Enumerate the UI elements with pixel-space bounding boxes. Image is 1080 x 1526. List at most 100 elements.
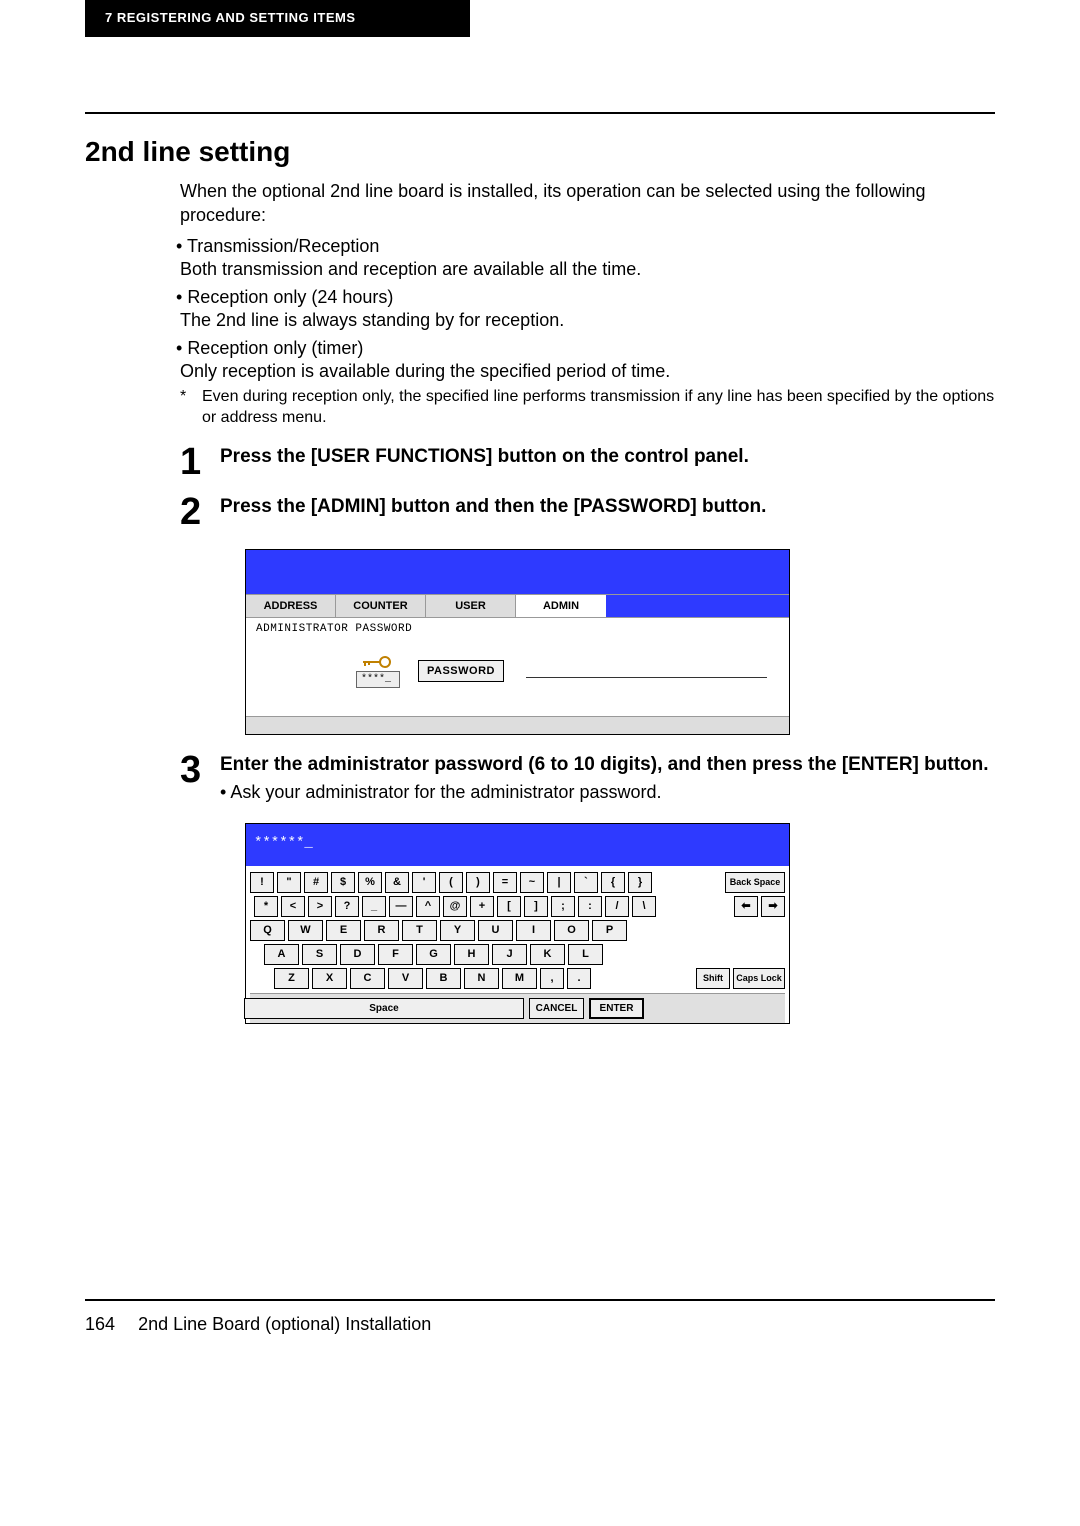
keyboard-display: ******_ — [246, 824, 789, 866]
password-input-line[interactable] — [526, 664, 767, 678]
kb-capslock[interactable]: Caps Lock — [733, 968, 785, 989]
kb-key-n[interactable]: N — [464, 968, 499, 989]
kb-key[interactable]: — — [389, 896, 413, 917]
star-note-text: Even during reception only, the specifie… — [202, 387, 995, 429]
kb-key-s[interactable]: S — [302, 944, 337, 965]
kb-backspace[interactable]: Back Space — [725, 872, 785, 893]
kb-key-v[interactable]: V — [388, 968, 423, 989]
kb-enter[interactable]: ENTER — [589, 998, 644, 1019]
tab-address[interactable]: ADDRESS — [246, 595, 336, 617]
kb-key[interactable]: @ — [443, 896, 467, 917]
kb-key[interactable]: # — [304, 872, 328, 893]
kb-key-b[interactable]: B — [426, 968, 461, 989]
kb-key-m[interactable]: M — [502, 968, 537, 989]
kb-key[interactable]: ? — [335, 896, 359, 917]
kb-key[interactable]: \ — [632, 896, 656, 917]
kb-key-l[interactable]: L — [568, 944, 603, 965]
kb-key-u[interactable]: U — [478, 920, 513, 941]
kb-key-comma[interactable]: , — [540, 968, 564, 989]
kb-key-a[interactable]: A — [264, 944, 299, 965]
tab-admin[interactable]: ADMIN — [516, 595, 606, 617]
kb-space[interactable]: Space — [244, 998, 524, 1019]
kb-key-t[interactable]: T — [402, 920, 437, 941]
kb-key-o[interactable]: O — [554, 920, 589, 941]
star-note: * Even during reception only, the specif… — [180, 387, 995, 429]
step-number: 2 — [180, 493, 220, 531]
kb-key-e[interactable]: E — [326, 920, 361, 941]
kb-key[interactable]: | — [547, 872, 571, 893]
kb-key[interactable]: } — [628, 872, 652, 893]
kb-key[interactable]: [ — [497, 896, 521, 917]
kb-key-w[interactable]: W — [288, 920, 323, 941]
kb-key[interactable]: ; — [551, 896, 575, 917]
kb-key-k[interactable]: K — [530, 944, 565, 965]
kb-row-3: Q W E R T Y U I O P — [250, 920, 785, 941]
kb-key[interactable]: % — [358, 872, 382, 893]
kb-key-c[interactable]: C — [350, 968, 385, 989]
kb-key-x[interactable]: X — [312, 968, 347, 989]
step-number: 3 — [180, 751, 220, 805]
kb-key[interactable]: * — [254, 896, 278, 917]
kb-key-y[interactable]: Y — [440, 920, 475, 941]
step-3: 3 Enter the administrator password (6 to… — [180, 753, 995, 805]
kb-key[interactable]: / — [605, 896, 629, 917]
bullet-body: Only reception is available during the s… — [180, 360, 995, 383]
tab-bar: ADDRESS COUNTER USER ADMIN — [246, 594, 789, 618]
password-mask-field: ****_ — [356, 671, 400, 688]
step-1: 1 Press the [USER FUNCTIONS] button on t… — [180, 445, 995, 481]
divider-top — [85, 112, 995, 114]
kb-key-q[interactable]: Q — [250, 920, 285, 941]
kb-key-z[interactable]: Z — [274, 968, 309, 989]
page-footer: 164 2nd Line Board (optional) Installati… — [85, 1313, 995, 1336]
kb-arrow-right[interactable]: ➡ — [761, 896, 785, 917]
kb-key-d[interactable]: D — [340, 944, 375, 965]
kb-row-1: ! " # $ % & ' ( ) = ~ | ` { } Back Spac — [250, 872, 785, 893]
tab-user[interactable]: USER — [426, 595, 516, 617]
kb-key[interactable]: ] — [524, 896, 548, 917]
kb-key[interactable]: ` — [574, 872, 598, 893]
kb-key-j[interactable]: J — [492, 944, 527, 965]
kb-key-h[interactable]: H — [454, 944, 489, 965]
asterisk-icon: * — [180, 387, 202, 429]
key-icon: ****_ — [356, 655, 396, 688]
kb-cancel[interactable]: CANCEL — [529, 998, 584, 1019]
bullet-head: Reception only (24 hours) — [180, 287, 393, 307]
kb-key[interactable]: & — [385, 872, 409, 893]
kb-row-bottom: Space CANCEL ENTER — [250, 993, 785, 1023]
kb-key[interactable]: " — [277, 872, 301, 893]
kb-key[interactable]: + — [470, 896, 494, 917]
chapter-header-tab: 7 REGISTERING AND SETTING ITEMS — [85, 0, 470, 37]
admin-password-window: ADDRESS COUNTER USER ADMIN ADMINISTRATOR… — [245, 549, 790, 735]
kb-key-i[interactable]: I — [516, 920, 551, 941]
kb-key[interactable]: ! — [250, 872, 274, 893]
kb-key[interactable]: < — [281, 896, 305, 917]
kb-key[interactable]: = — [493, 872, 517, 893]
tab-bar-spacer — [606, 595, 789, 617]
divider-bottom — [85, 1299, 995, 1301]
step-text: Press the [ADMIN] button and then the [P… — [220, 495, 995, 531]
kb-key-f[interactable]: F — [378, 944, 413, 965]
kb-key-period[interactable]: . — [567, 968, 591, 989]
kb-key[interactable]: _ — [362, 896, 386, 917]
kb-key[interactable]: ) — [466, 872, 490, 893]
kb-key[interactable]: $ — [331, 872, 355, 893]
tab-counter[interactable]: COUNTER — [336, 595, 426, 617]
kb-key[interactable]: : — [578, 896, 602, 917]
kb-key[interactable]: ' — [412, 872, 436, 893]
kb-key-r[interactable]: R — [364, 920, 399, 941]
step-sub-text: Ask your administrator for the administr… — [220, 781, 995, 804]
page-number: 164 — [85, 1314, 115, 1334]
kb-key-g[interactable]: G — [416, 944, 451, 965]
kb-key[interactable]: ( — [439, 872, 463, 893]
kb-key[interactable]: ^ — [416, 896, 440, 917]
kb-row-2: * < > ? _ — ^ @ + [ ] ; : / \ ⬅ — [250, 896, 785, 917]
kb-arrow-left[interactable]: ⬅ — [734, 896, 758, 917]
kb-row-4: A S D F G H J K L — [250, 944, 785, 965]
kb-shift[interactable]: Shift — [696, 968, 730, 989]
bullet-item: Transmission/Reception Both transmission… — [180, 235, 995, 282]
kb-key[interactable]: ~ — [520, 872, 544, 893]
kb-key-p[interactable]: P — [592, 920, 627, 941]
kb-key[interactable]: > — [308, 896, 332, 917]
password-button[interactable]: PASSWORD — [418, 660, 504, 682]
kb-key[interactable]: { — [601, 872, 625, 893]
